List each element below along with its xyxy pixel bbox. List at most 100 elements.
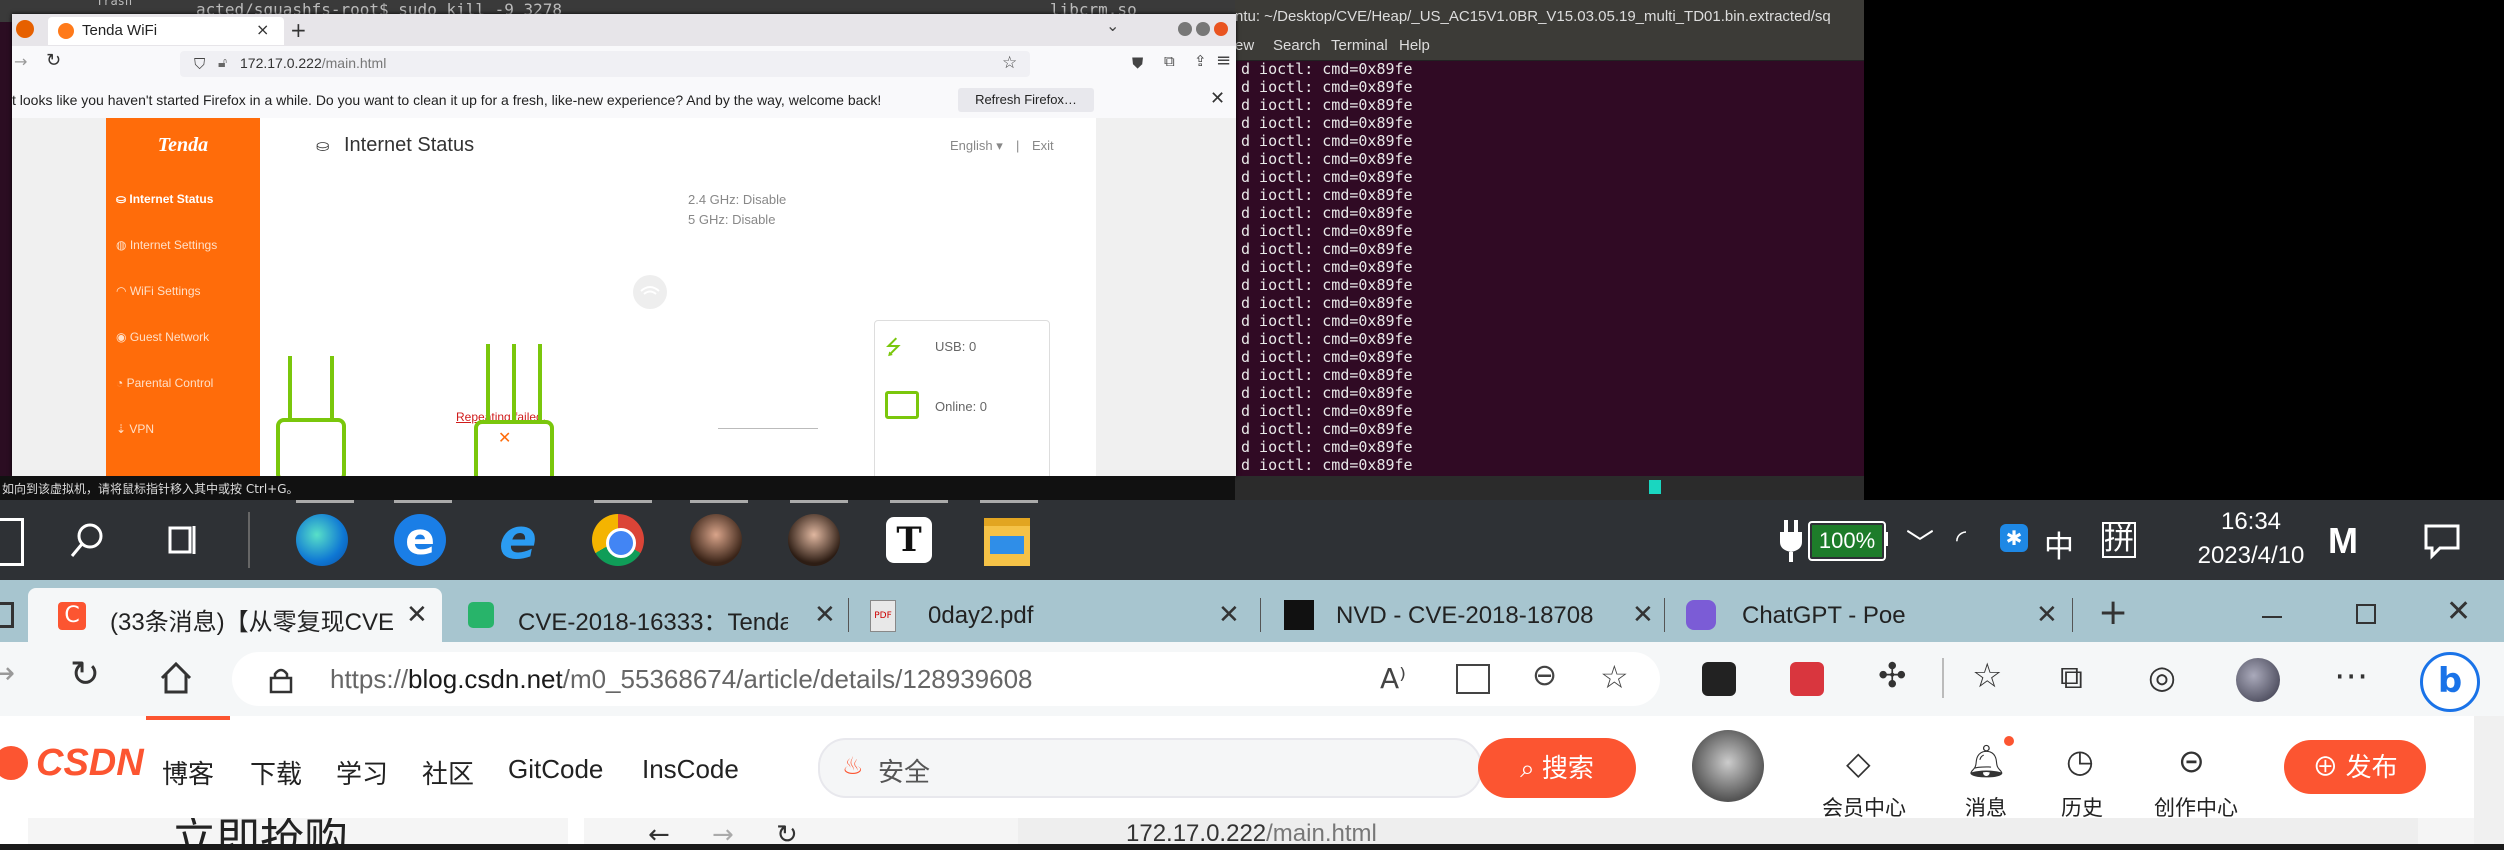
tab-close-icon[interactable]: ✕	[814, 600, 836, 630]
clock-date[interactable]: 2023/4/10	[2170, 542, 2332, 570]
zoom-out-icon[interactable]: ⊖	[1532, 658, 1557, 693]
notification-close-icon[interactable]: ✕	[1210, 88, 1225, 109]
close-window-icon[interactable]	[1214, 22, 1228, 36]
notification-center-icon[interactable]	[2422, 522, 2462, 560]
add-favorite-icon[interactable]: ☆	[1600, 658, 1629, 696]
minimize-icon[interactable]	[1178, 22, 1192, 36]
firefox-window[interactable]: Tenda WiFi × + ⌄ → ↻ ⛉ 🔓︎ 172.17.0.222/m…	[12, 14, 1236, 476]
ime-mode[interactable]: 中	[2044, 522, 2074, 566]
nav-internet-status[interactable]: ⛀ Internet Status	[116, 192, 213, 206]
menu-help[interactable]: Help	[1399, 37, 1430, 54]
avatar-app-2-icon[interactable]	[788, 514, 840, 566]
new-tab-icon[interactable]: +	[2098, 592, 2128, 633]
nav-internet-settings[interactable]: ◍ Internet Settings	[116, 238, 217, 252]
lock-icon[interactable]: 🔓︎	[218, 55, 227, 71]
reload-icon[interactable]: ↻	[46, 50, 61, 71]
nav-parental-control[interactable]: ◔ Parental Control	[116, 376, 213, 390]
task-view-icon[interactable]	[164, 522, 204, 558]
page-scrollbar[interactable]	[2474, 716, 2504, 844]
minimize-icon[interactable]	[2262, 616, 2282, 618]
tab-actions-icon[interactable]	[0, 602, 14, 628]
edge-tab-nvd[interactable]: NVD - CVE-2018-18708 ✕	[1268, 588, 1666, 642]
nav-inscode[interactable]: InsCode	[642, 754, 739, 785]
firefox-url-bar[interactable]: ⛉ 🔓︎ 172.17.0.222/main.html ☆	[180, 51, 1030, 77]
show-hidden-icons-chevron-icon[interactable]: ﹀	[1906, 522, 1934, 562]
edge-window[interactable]: C (33条消息)【从零复现CVE ✕ CVE-2018-16333：Tenda…	[0, 580, 2504, 850]
file-explorer-icon[interactable]	[984, 518, 1030, 566]
terminal-window[interactable]: ntu: ~/Desktop/CVE/Heap/_US_AC15V1.0BR_V…	[1235, 0, 1864, 500]
tab-close-icon[interactable]: ✕	[406, 600, 428, 630]
terminal-titlebar[interactable]: ntu: ~/Desktop/CVE/Heap/_US_AC15V1.0BR_V…	[1235, 0, 1864, 34]
nav-learn[interactable]: 学习	[336, 754, 388, 791]
list-tabs-chevron-icon[interactable]: ⌄	[1106, 16, 1119, 35]
nav-gitcode[interactable]: GitCode	[508, 754, 603, 785]
vip-diamond-icon[interactable]: ◇	[1846, 744, 1871, 782]
wifi-signal-icon[interactable]: ◜	[1956, 524, 1966, 555]
csdn-search-input[interactable]: ♨ 安全	[818, 738, 1482, 798]
lock-icon[interactable]	[268, 666, 294, 694]
page-info-shield-icon[interactable]: ⛉	[194, 55, 205, 73]
language-select[interactable]: English ▾	[950, 138, 1003, 154]
csdn-search-button[interactable]: ⌕ 搜索	[1478, 738, 1636, 798]
refresh-firefox-button[interactable]: Refresh Firefox…	[958, 88, 1094, 112]
nav-vpn[interactable]: ⇣ VPN	[116, 422, 154, 436]
clock-time[interactable]: 16:34	[2196, 508, 2306, 536]
edge-legacy-icon[interactable]: e	[394, 514, 446, 566]
extension-2-icon[interactable]	[1790, 662, 1824, 696]
edge-tab-pdf[interactable]: PDF 0day2.pdf ✕	[856, 588, 1262, 642]
internet-explorer-icon[interactable]: e	[492, 512, 544, 568]
edge-tab-poe[interactable]: ChatGPT - Poe ✕	[1672, 588, 2073, 642]
share-icon[interactable]: ⇪	[1194, 52, 1207, 70]
read-aloud-icon[interactable]: A⁾	[1380, 662, 1406, 695]
ime-pinyin[interactable]: 拼	[2102, 522, 2136, 558]
tab-close-icon[interactable]: ×	[256, 20, 269, 39]
search-icon[interactable]	[68, 520, 108, 560]
extensions-icon[interactable]: ⧉	[1164, 52, 1175, 70]
collections-icon[interactable]: ⧉	[2060, 658, 2083, 697]
immersive-reader-icon[interactable]	[1456, 664, 1490, 694]
csdn-logo[interactable]: CSDN	[36, 742, 144, 785]
bookmark-star-icon[interactable]: ☆	[1002, 53, 1017, 73]
forward-icon[interactable]: →	[14, 52, 27, 71]
bell-icon[interactable]: 🔔︎	[1966, 742, 2007, 780]
app-menu-icon[interactable]: ≡	[1216, 50, 1231, 71]
reload-icon[interactable]: ↻	[70, 654, 100, 695]
user-avatar[interactable]	[1692, 730, 1764, 802]
nav-guest-network[interactable]: ◉ Guest Network	[116, 330, 209, 344]
nav-blog[interactable]: 博客	[162, 754, 214, 791]
menu-search[interactable]: Search	[1273, 37, 1321, 54]
nav-download[interactable]: 下载	[250, 754, 302, 791]
profile-avatar[interactable]	[2236, 658, 2280, 702]
edge-tab-csdn[interactable]: C (33条消息)【从零复现CVE ✕	[28, 588, 442, 642]
maximize-icon[interactable]	[1196, 22, 1210, 36]
avatar-app-1-icon[interactable]	[690, 514, 742, 566]
battery-indicator[interactable]: 100%	[1808, 521, 1886, 561]
bing-chat-icon[interactable]: b	[2420, 652, 2480, 712]
forward-icon[interactable]: →	[0, 656, 15, 691]
start-icon[interactable]	[0, 518, 24, 566]
creator-center-icon[interactable]: ⊝	[2178, 742, 2205, 780]
exit-link[interactable]: Exit	[1032, 138, 1054, 153]
nav-wifi-settings[interactable]: ◠ WiFi Settings	[116, 284, 201, 298]
home-icon[interactable]	[158, 660, 194, 696]
web-capture-icon[interactable]: ◎	[2148, 658, 2176, 696]
new-tab-icon[interactable]: +	[290, 18, 307, 42]
vm-screen[interactable]: acted/squashfs-root$ sudo kill -9 3278 l…	[0, 0, 1864, 500]
menu-terminal[interactable]: Terminal	[1331, 37, 1388, 54]
extensions-icon[interactable]: ✣	[1878, 656, 1907, 696]
edge-icon[interactable]	[296, 514, 348, 566]
app-m-icon[interactable]: M	[2328, 520, 2358, 562]
chrome-icon[interactable]	[592, 514, 644, 566]
edge-address-bar[interactable]: https://blog.csdn.net/m0_55368674/articl…	[232, 652, 1660, 706]
edge-tab-cve16333[interactable]: CVE-2018-16333：Tenda路 ✕	[456, 588, 850, 642]
menu-view[interactable]: ew	[1235, 37, 1254, 54]
tab-close-icon[interactable]: ✕	[1632, 600, 1654, 630]
tab-close-icon[interactable]: ✕	[2036, 600, 2058, 630]
publish-button[interactable]: ⊕ 发布	[2284, 740, 2426, 794]
close-window-icon[interactable]: ✕	[2446, 594, 2471, 629]
restore-icon[interactable]	[2356, 604, 2376, 624]
terminal-output[interactable]: d ioctl: cmd=0x89fe d ioctl: cmd=0x89fe d …	[1241, 60, 1861, 474]
extension-1-icon[interactable]	[1702, 662, 1736, 696]
firefox-tab-tenda[interactable]: Tenda WiFi ×	[48, 17, 284, 45]
history-clock-icon[interactable]: ◷	[2066, 742, 2094, 780]
